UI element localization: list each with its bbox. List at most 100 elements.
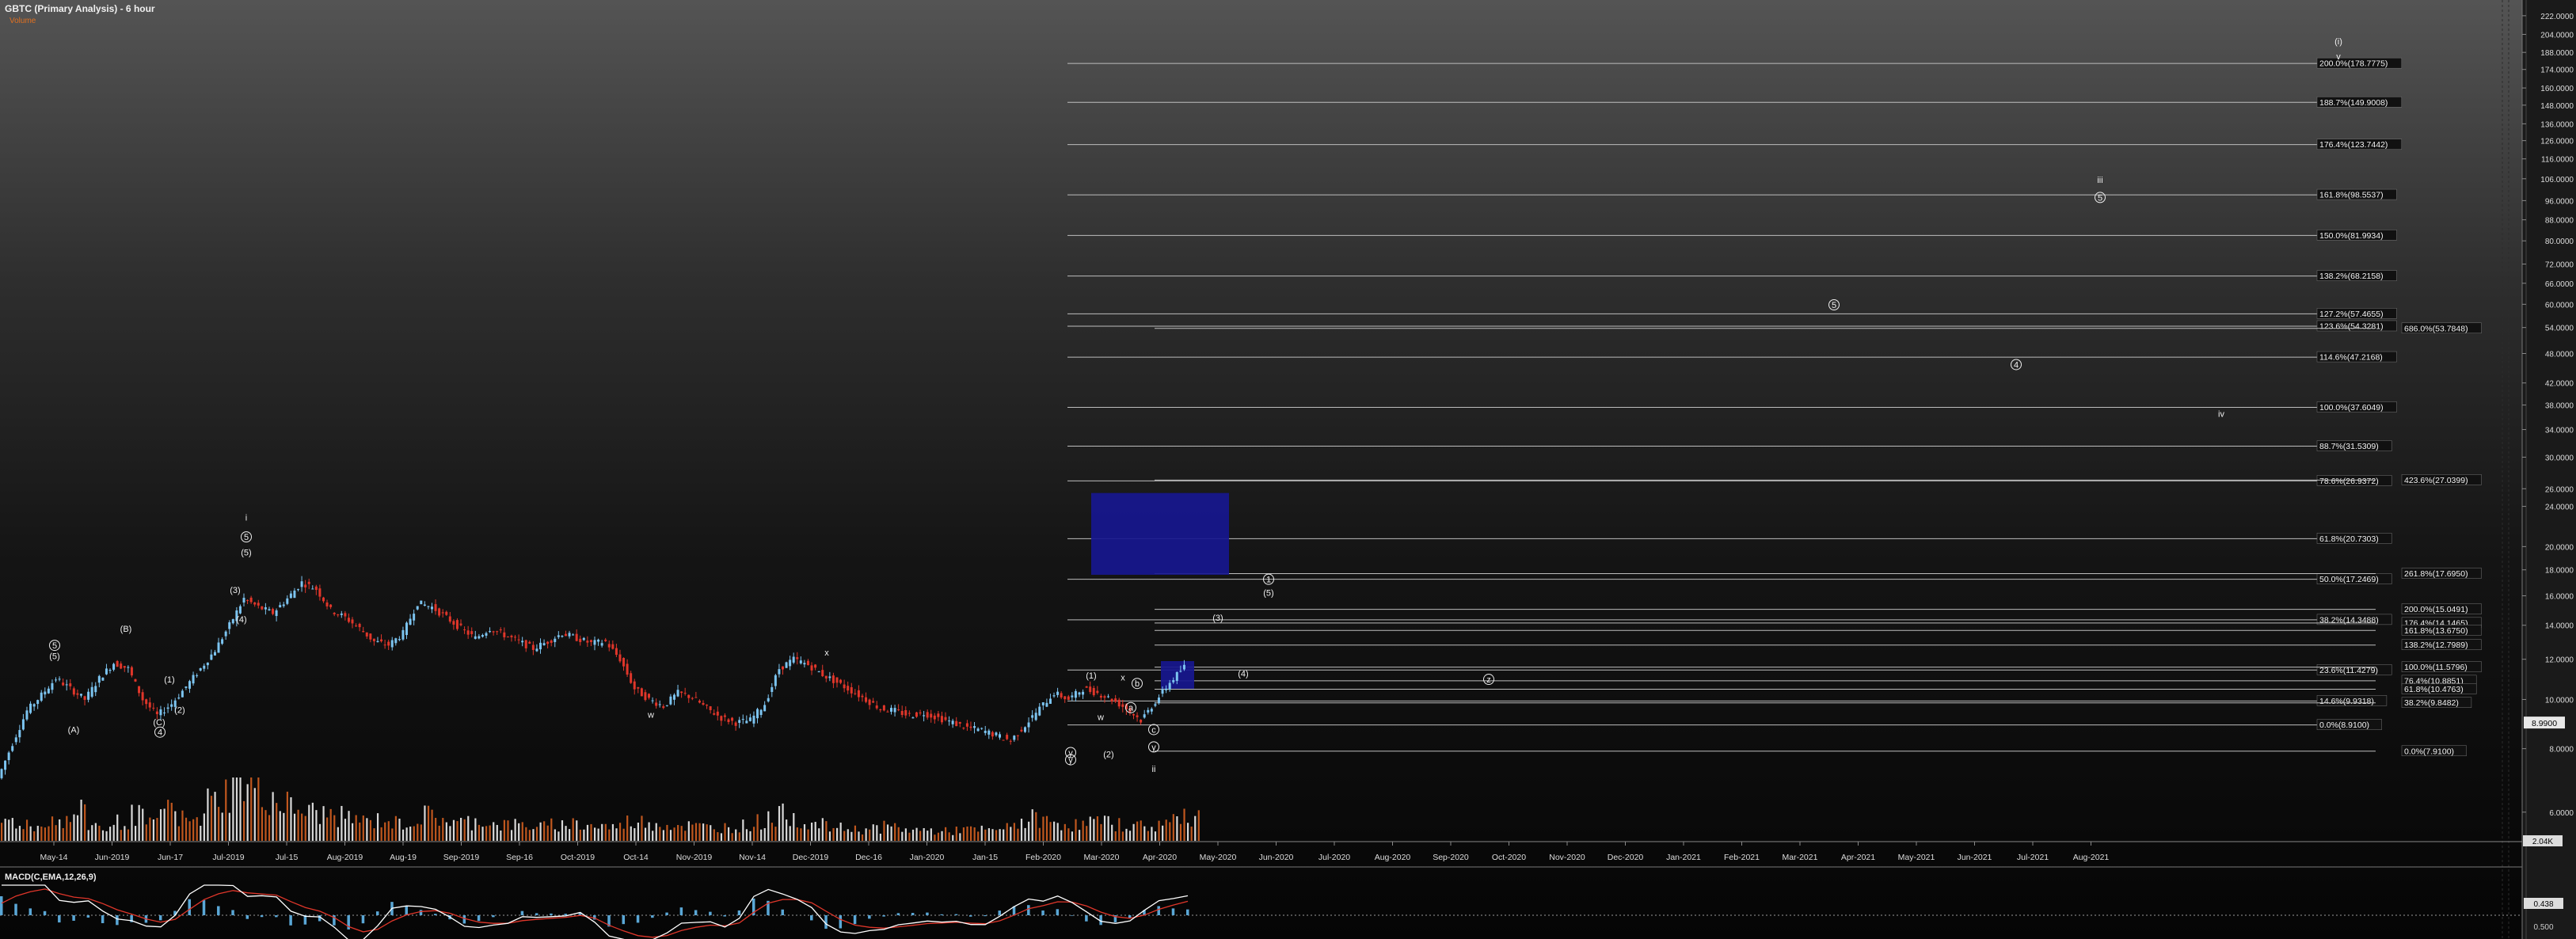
macd-histogram-bar — [984, 915, 987, 917]
candle-body — [1074, 690, 1077, 698]
macd-histogram-bar — [1128, 915, 1132, 918]
candle-body — [272, 609, 275, 614]
candle-body — [1023, 727, 1026, 732]
volume-bar — [401, 829, 405, 841]
volume-bar — [528, 830, 531, 841]
volume-bar — [196, 817, 198, 841]
candle-body — [44, 691, 47, 695]
candle-body — [438, 608, 441, 616]
volume-bar — [731, 833, 733, 841]
macd-histogram-bar — [520, 910, 524, 915]
volume-bar — [420, 824, 422, 841]
volume-bar — [1038, 827, 1041, 841]
candle-body — [420, 600, 423, 605]
volume-bar — [405, 827, 408, 841]
x-tick-label: Jan-2020 — [910, 853, 945, 862]
volume-bar — [11, 818, 13, 841]
x-tick-label: Jun-17 — [158, 853, 183, 862]
volume-bar — [720, 833, 723, 841]
volume-bar — [445, 822, 447, 841]
volume-bar — [789, 826, 791, 841]
candle-body — [676, 690, 679, 697]
candle-body — [810, 665, 813, 671]
x-tick-label: Jan-2021 — [1666, 853, 1701, 862]
candle-body — [55, 679, 58, 681]
volume-bar — [207, 788, 209, 841]
volume-bar — [698, 823, 701, 841]
candle-body — [965, 723, 968, 727]
price-chart[interactable]: 222.0000204.0000188.0000174.0000160.0000… — [0, 0, 2576, 939]
candle-body — [648, 694, 651, 698]
volume-bar — [767, 811, 770, 841]
candle-body — [372, 638, 375, 641]
candle-body — [1121, 704, 1124, 707]
volume-bar — [807, 829, 809, 841]
volume-bar — [308, 804, 310, 841]
candle-body — [322, 597, 325, 602]
volume-bar — [352, 823, 354, 841]
macd-histogram-bar — [1157, 906, 1160, 915]
volume-bar — [127, 829, 130, 841]
volume-bar — [576, 820, 578, 841]
candle-body — [430, 606, 433, 610]
candle-body — [4, 760, 7, 770]
candle-body — [510, 635, 513, 637]
volume-bar — [149, 817, 151, 841]
wave-label: b — [1135, 679, 1140, 689]
volume-bar — [601, 823, 603, 841]
volume-bar — [8, 819, 10, 841]
x-tick-label: Oct-2020 — [1492, 853, 1526, 862]
candle-body — [850, 686, 853, 694]
candle-body — [105, 668, 108, 675]
volume-bar — [554, 829, 556, 841]
volume-bar — [359, 822, 361, 841]
volume-bar — [470, 830, 473, 841]
macd-histogram-bar — [477, 915, 481, 922]
candle-body — [159, 709, 162, 716]
volume-bar — [572, 818, 574, 841]
volume-bar — [673, 827, 675, 841]
volume-bar — [398, 819, 401, 841]
volume-bar — [796, 827, 798, 841]
candle-body — [752, 715, 755, 724]
volume-bar — [1089, 816, 1091, 841]
volume-bar — [59, 819, 61, 841]
candle-body — [698, 700, 701, 703]
candle-body — [496, 631, 499, 633]
candle-body — [459, 623, 462, 625]
candle-body — [401, 629, 405, 640]
candle-body — [206, 662, 209, 666]
volume-bar — [659, 827, 661, 841]
candle-body — [995, 732, 998, 736]
volume-bar — [203, 813, 205, 841]
volume-bar — [641, 815, 643, 841]
volume-bar — [861, 834, 864, 841]
macd-histogram-bar — [1186, 909, 1189, 915]
macd-histogram-bar — [911, 912, 915, 915]
macd-histogram-bar — [868, 915, 871, 919]
candle-body — [1168, 682, 1171, 690]
candle-body — [615, 648, 618, 656]
wave-label: y — [1151, 743, 1156, 752]
volume-bar — [1197, 810, 1200, 841]
candle-body — [275, 610, 278, 617]
volume-bar — [550, 818, 553, 841]
candle-body — [134, 679, 137, 682]
macd-histogram-bar — [419, 910, 423, 915]
candle-body — [72, 688, 75, 695]
volume-bar — [283, 812, 285, 841]
candle-body — [1009, 740, 1012, 742]
volume-bar — [239, 777, 242, 841]
candle-body — [640, 688, 643, 697]
candle-body — [344, 613, 347, 617]
candle-body — [390, 640, 394, 648]
fib-level-label: 188.7%(149.9008) — [2319, 98, 2388, 108]
volume-bar — [15, 828, 17, 841]
candle-body — [796, 657, 799, 660]
volume-bar — [811, 822, 813, 841]
candle-body — [398, 639, 401, 641]
candle-body — [600, 643, 603, 646]
y-tick-label: 174.0000 — [2540, 67, 2574, 75]
wave-label: x — [1121, 673, 1125, 682]
candle-body — [347, 618, 350, 622]
